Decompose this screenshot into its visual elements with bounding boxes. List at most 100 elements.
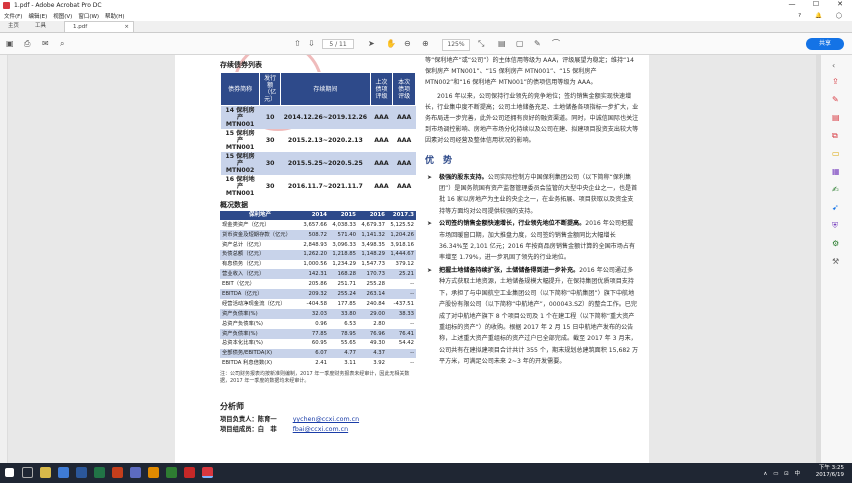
tab-tools[interactable]: 工具: [27, 21, 54, 32]
collapse-panel-icon[interactable]: ‹: [832, 61, 835, 71]
table-row: EBITDA（亿元） 209.32 255.24 263.14 --: [220, 289, 416, 300]
search-icon[interactable]: ⌕: [60, 39, 64, 49]
scroll-mode-icon[interactable]: ▤: [498, 39, 506, 49]
hand-tool-icon[interactable]: ✋: [386, 39, 396, 49]
menu-edit[interactable]: 编辑(E): [28, 12, 47, 20]
table-cell: 资产负债率(%): [220, 309, 300, 319]
search-taskbar-icon[interactable]: [22, 467, 33, 478]
advantage-heading: 把握土地储备持续扩张，土储储备得到进一步补充。: [439, 266, 580, 274]
table-row: 15 保利房产MTN002 30 2015.5.25~2020.5.25 AAA…: [220, 152, 416, 175]
app-icon[interactable]: [130, 467, 141, 478]
menu-window[interactable]: 窗口(W): [78, 12, 99, 20]
zoom-level-select[interactable]: 125%: [442, 39, 470, 51]
send-icon[interactable]: ➹: [832, 203, 839, 213]
sign-in-icon[interactable]: ◯: [836, 13, 842, 19]
clock-time: 下午 3:25: [818, 465, 844, 471]
left-column: 存续债券列表 债券简称 发行额（亿元） 存续期间 上次债项评级 本次债项评级 1…: [219, 60, 420, 435]
bond-table-header: 债券简称 发行额（亿元） 存续期间 上次债项评级 本次债项评级: [219, 72, 416, 106]
system-tray[interactable]: ∧ ▭ ⊡ 中: [763, 469, 802, 477]
clock[interactable]: 下午 3:25 2017/6/19: [816, 465, 844, 479]
tab-home[interactable]: 主页: [0, 21, 27, 32]
excel-icon[interactable]: [94, 467, 105, 478]
more-tools-icon[interactable]: ⚙: [832, 239, 839, 249]
create-pdf-icon[interactable]: ▤: [832, 113, 840, 123]
browser-icon[interactable]: [58, 467, 69, 478]
table-cell: 251.71: [337, 281, 356, 288]
app-icon[interactable]: [184, 467, 195, 478]
table-cell: 16 保利地产MTN001: [225, 176, 255, 197]
table-cell: 1,148.29: [358, 249, 387, 260]
table-row: 总资本化比率(%) 60.95 55.65 49.30 54.42: [220, 339, 416, 349]
table-cell: 总资本化比率(%): [222, 340, 263, 347]
member-email-link[interactable]: fbai@ccxi.com.cn: [293, 426, 348, 433]
table-row: 14 保利房产MTN001 10 2014.12.26~2019.12.26 A…: [220, 105, 416, 129]
table-cell: 现金类资产（亿元）: [222, 221, 270, 228]
next-page-icon[interactable]: ⇩: [308, 39, 315, 49]
table-row: 16 保利地产MTN001 30 2016.11.7~2021.11.7 AAA…: [221, 175, 416, 198]
tab-close-icon[interactable]: ×: [124, 22, 129, 33]
page-number-field[interactable]: 5 / 11: [322, 39, 354, 49]
minimize-button[interactable]: —: [780, 0, 804, 8]
zoom-in-icon[interactable]: ⊕: [422, 39, 429, 49]
table-cell: -404.58: [306, 300, 327, 307]
table-cell: 30: [259, 152, 281, 175]
menu-file[interactable]: 文件(F): [4, 12, 22, 20]
app-icon[interactable]: [148, 467, 159, 478]
acrobat-taskbar-icon[interactable]: [202, 467, 213, 478]
menu-help[interactable]: 帮助(H): [105, 12, 124, 20]
print-icon[interactable]: ⎙: [24, 39, 30, 49]
word-icon[interactable]: [76, 467, 87, 478]
protect-icon[interactable]: ⛨: [832, 221, 838, 231]
fill-sign-icon[interactable]: ✍: [832, 185, 839, 195]
prev-page-icon[interactable]: ⇧: [294, 39, 301, 49]
save-icon[interactable]: ▣: [6, 39, 14, 49]
comment-icon[interactable]: ▭: [832, 149, 840, 159]
table-cell: 经营活动净现金流（亿元）: [222, 300, 286, 307]
tab-document[interactable]: 1.pdf ×: [64, 21, 135, 33]
maximize-button[interactable]: ☐: [804, 0, 828, 8]
help-icon[interactable]: ?: [798, 13, 801, 19]
paragraph: 等“保利地产”或“公司”）的主体信用等级为 AAA，评级展望为稳定；维持“14 …: [425, 57, 634, 87]
table-row: EBIT（亿元） 205.86 251.71 255.28 --: [220, 279, 416, 289]
lead-email-link[interactable]: yychen@ccxi.com.cn: [293, 416, 359, 423]
table-cell: 38.33: [387, 309, 416, 319]
mail-icon[interactable]: ✉: [42, 39, 49, 49]
table-cell: 6.07: [300, 348, 329, 359]
fit-page-icon[interactable]: ⤡: [478, 39, 484, 49]
windows-start-icon[interactable]: [5, 468, 14, 477]
combine-files-icon[interactable]: ⧉: [832, 131, 838, 141]
table-cell: 4,038.33: [332, 221, 356, 228]
table-cell: 1,444.67: [387, 249, 416, 260]
comment-tool-icon[interactable]: ▢: [516, 39, 524, 49]
app-icon[interactable]: [166, 467, 177, 478]
zoom-out-icon[interactable]: ⊖: [404, 39, 411, 49]
highlight-icon[interactable]: ⌒: [552, 39, 560, 49]
analysts-title: 分析师: [220, 402, 244, 412]
close-window-button[interactable]: ✕: [828, 0, 852, 8]
menu-view[interactable]: 视图(V): [53, 12, 72, 20]
toolbar: ▣ ⎙ ✉ ⌕ ⇧ ⇩ 5 / 11 ➤ ✋ ⊖ ⊕ 125% ⤡ ▤ ▢ ✎ …: [0, 33, 852, 55]
table-cell: AAA: [392, 152, 416, 175]
table-cell: 1,262.20: [300, 249, 329, 260]
fin-header-label: 保利地产: [220, 211, 300, 220]
bond-header-amount: 发行额（亿元）: [259, 72, 282, 106]
edit-pdf-icon[interactable]: ✎: [832, 95, 839, 105]
file-explorer-icon[interactable]: [40, 467, 51, 478]
share-button[interactable]: 共享: [806, 38, 844, 50]
table-cell: 2.80: [373, 320, 385, 327]
left-panel-collapsed[interactable]: [0, 55, 8, 463]
bell-icon[interactable]: 🔔: [815, 13, 822, 19]
powerpoint-icon[interactable]: [112, 467, 123, 478]
pen-icon[interactable]: ✎: [534, 39, 541, 49]
export-pdf-icon[interactable]: ⇪: [832, 77, 839, 87]
clock-date: 2017/6/19: [815, 472, 844, 478]
table-cell: EBITDA（亿元）: [220, 289, 300, 300]
table-cell: 总资产负债率(%): [222, 320, 263, 327]
table-row: 货币资金及短期存款（亿元） 508.72 571.40 1,141.32 1,204.2…: [220, 229, 416, 240]
table-cell: AAA: [396, 137, 412, 144]
tools-icon[interactable]: ⚒: [832, 257, 839, 267]
table-cell: AAA: [370, 105, 393, 129]
select-cursor-icon[interactable]: ➤: [368, 39, 375, 49]
table-row: 资产负债率(%) 77.85 78.95 76.96 76.41: [220, 328, 416, 339]
organize-pages-icon[interactable]: ▦: [832, 167, 840, 177]
